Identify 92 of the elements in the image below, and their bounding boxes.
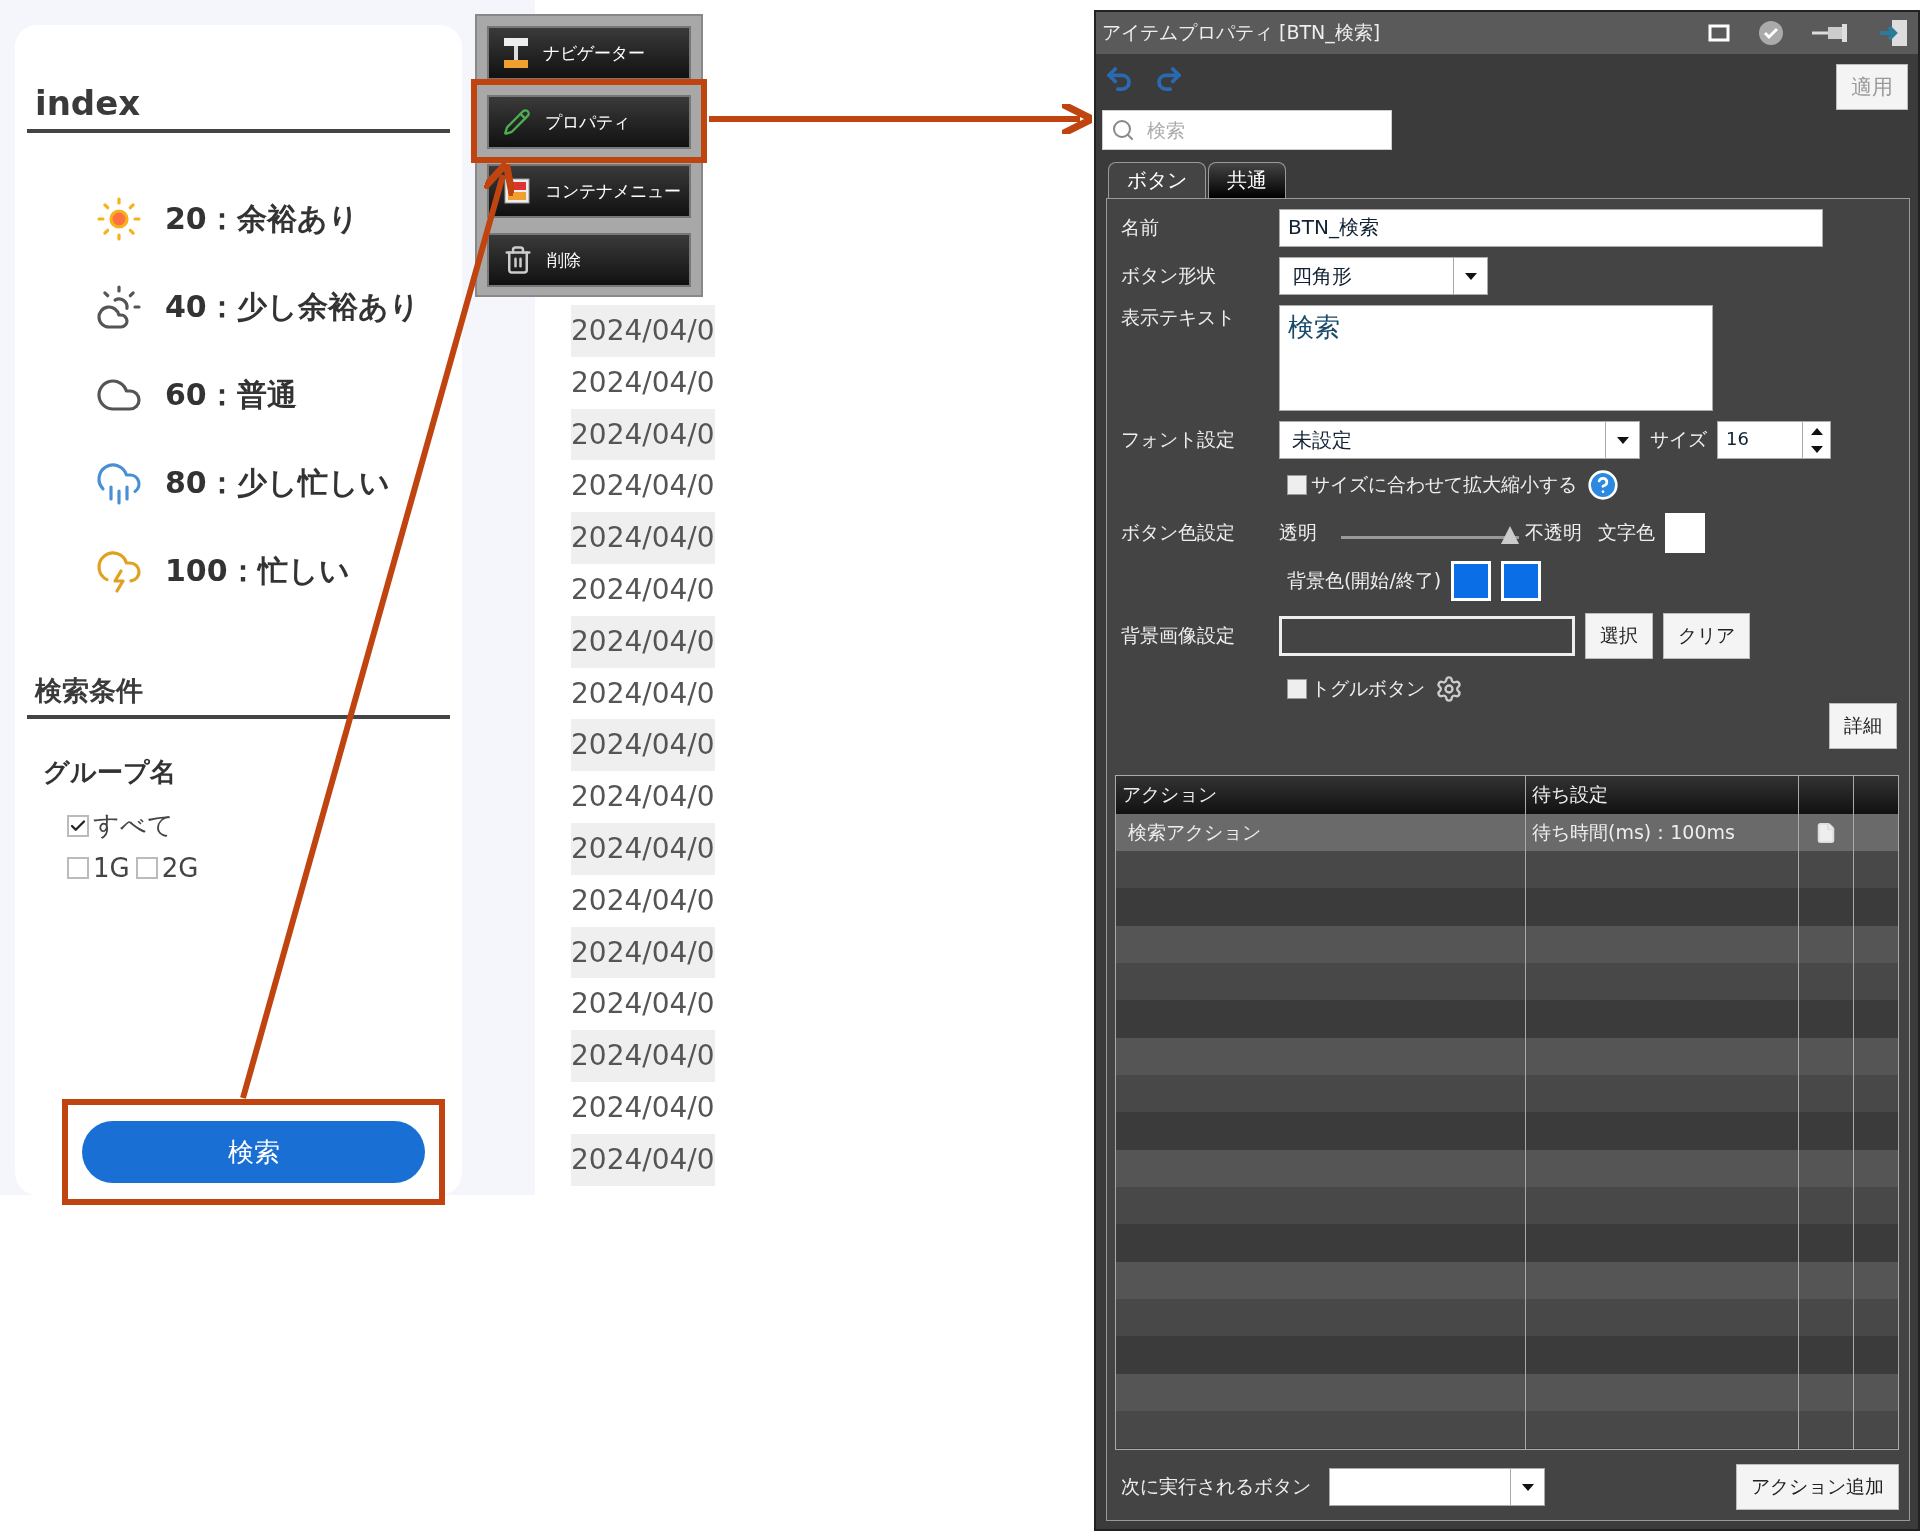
sun-icon bbox=[95, 195, 143, 243]
date-cell-text: 2024/04/0 bbox=[571, 779, 715, 816]
section-heading: 検索条件 bbox=[27, 673, 450, 719]
field-label: ボタン色設定 bbox=[1120, 520, 1236, 545]
image-path-field[interactable] bbox=[1279, 616, 1575, 656]
date-cell-text: 2024/04/0 bbox=[571, 1089, 715, 1126]
date-cell: 2024/04/0 bbox=[571, 926, 715, 979]
column-header: 待ち設定 bbox=[1526, 776, 1799, 814]
date-cell-text: 2024/04/0 bbox=[571, 572, 715, 608]
size-spinner[interactable]: 16 bbox=[1717, 421, 1831, 459]
field-label: 次に実行されるボタン bbox=[1120, 1474, 1311, 1499]
name-field[interactable]: BTN_検索 bbox=[1279, 209, 1823, 247]
date-cell-text: 2024/04/0 bbox=[571, 675, 715, 712]
field-label: 表示テキスト bbox=[1120, 305, 1236, 330]
text-area[interactable]: 検索 bbox=[1279, 305, 1713, 411]
date-cell: 2024/04/0 bbox=[571, 512, 715, 564]
field-label: ボタン形状 bbox=[1120, 263, 1217, 288]
checkbox[interactable] bbox=[1287, 679, 1307, 699]
gear-icon[interactable] bbox=[1435, 675, 1463, 703]
window-title: アイテムプロパティ [BTN_検索] bbox=[1102, 20, 1382, 46]
color-swatch[interactable] bbox=[1665, 513, 1705, 553]
index-heading: index bbox=[27, 83, 450, 133]
checkbox-label: 2G bbox=[161, 853, 199, 883]
date-cell: 2024/04/0 bbox=[571, 1030, 715, 1082]
legend-label: 20：余裕あり bbox=[165, 199, 359, 238]
checkbox-label: 1G bbox=[93, 853, 130, 883]
date-cell: 2024/04/0 bbox=[571, 822, 715, 875]
exit-icon[interactable] bbox=[1878, 19, 1908, 47]
add-action-button[interactable]: アクション追加 bbox=[1736, 1464, 1899, 1510]
date-cell: 2024/04/0 bbox=[571, 408, 715, 461]
checkbox[interactable] bbox=[1287, 475, 1307, 495]
menu-item[interactable]: プロパティ bbox=[487, 95, 691, 149]
table-cell[interactable]: 検索アクション bbox=[1116, 814, 1526, 851]
group-label: グループ名 bbox=[43, 756, 177, 789]
legend-label: 40：少し余裕あり bbox=[165, 287, 420, 326]
caret-icon bbox=[1464, 272, 1477, 280]
date-cell-text: 2024/04/0 bbox=[571, 364, 715, 401]
menu-item[interactable]: 削除 bbox=[487, 233, 691, 287]
column-header bbox=[1854, 776, 1898, 814]
date-cell: 2024/04/0 bbox=[571, 719, 715, 772]
select-button[interactable]: 選択 bbox=[1585, 613, 1653, 659]
pin-icon[interactable] bbox=[1812, 23, 1850, 43]
table-cell[interactable]: 待ち時間(ms)：100ms bbox=[1526, 814, 1799, 851]
background-color-label: 背景色(開始/終了) bbox=[1287, 568, 1442, 593]
search-field[interactable]: 検索 bbox=[1102, 110, 1392, 150]
document-icon[interactable] bbox=[1815, 821, 1837, 844]
date-cell: 2024/04/0 bbox=[571, 615, 715, 668]
shape-select[interactable]: 四角形 bbox=[1279, 257, 1488, 295]
checkbox[interactable] bbox=[67, 814, 89, 837]
checkbox[interactable] bbox=[67, 857, 89, 879]
date-cell: 2024/04/0 bbox=[571, 1133, 715, 1186]
search-icon bbox=[1111, 118, 1135, 142]
clear-button[interactable]: クリア bbox=[1663, 613, 1750, 659]
checkbox-label: トグルボタン bbox=[1311, 676, 1425, 701]
font-select[interactable]: 未設定 bbox=[1279, 421, 1640, 459]
help-icon[interactable] bbox=[1587, 469, 1619, 501]
cloud-sun-icon bbox=[95, 283, 143, 331]
field-label: 名前 bbox=[1120, 215, 1160, 240]
min-label: 透明 bbox=[1279, 520, 1317, 545]
menu-item[interactable]: ナビゲーター bbox=[487, 26, 691, 80]
caret-icon bbox=[1521, 1483, 1534, 1491]
legend-label: 100：忙しい bbox=[165, 551, 350, 590]
menu-item[interactable]: コンテナメニュー bbox=[487, 164, 691, 218]
tab[interactable]: ボタン bbox=[1108, 162, 1206, 198]
tab[interactable]: 共通 bbox=[1208, 162, 1286, 198]
date-cell-text: 2024/04/0 bbox=[571, 882, 715, 919]
field-label: 背景画像設定 bbox=[1120, 623, 1236, 648]
detail-button[interactable]: 詳細 bbox=[1829, 703, 1897, 749]
maximize-icon[interactable] bbox=[1708, 24, 1730, 42]
date-cell: 2024/04/0 bbox=[571, 305, 715, 357]
check-circle-icon[interactable] bbox=[1758, 20, 1784, 46]
caret-icon bbox=[1616, 436, 1629, 444]
pencil-icon bbox=[503, 108, 531, 136]
color-swatch[interactable] bbox=[1451, 561, 1492, 601]
legend-label: 80：少し忙しい bbox=[165, 463, 390, 502]
navigator-icon bbox=[503, 37, 529, 69]
legend-label: 60：普通 bbox=[165, 375, 297, 414]
text-color-label: 文字色 bbox=[1598, 520, 1655, 545]
checkbox-label: すべて bbox=[93, 809, 174, 842]
date-cell-text: 2024/04/0 bbox=[571, 986, 715, 1023]
date-cell-text: 2024/04/0 bbox=[571, 468, 715, 505]
max-label: 不透明 bbox=[1525, 520, 1582, 545]
size-label: サイズ bbox=[1650, 427, 1707, 452]
checkbox[interactable] bbox=[135, 857, 158, 879]
caret-icon bbox=[1810, 427, 1823, 435]
search-button[interactable]: 検索 bbox=[82, 1121, 425, 1183]
trash-icon bbox=[503, 245, 533, 275]
color-swatch[interactable] bbox=[1501, 561, 1542, 601]
field-label: フォント設定 bbox=[1120, 427, 1236, 452]
checkbox-label: サイズに合わせて拡大縮小する bbox=[1311, 472, 1577, 497]
column-header: アクション bbox=[1116, 776, 1526, 814]
caret-icon bbox=[1810, 445, 1823, 453]
